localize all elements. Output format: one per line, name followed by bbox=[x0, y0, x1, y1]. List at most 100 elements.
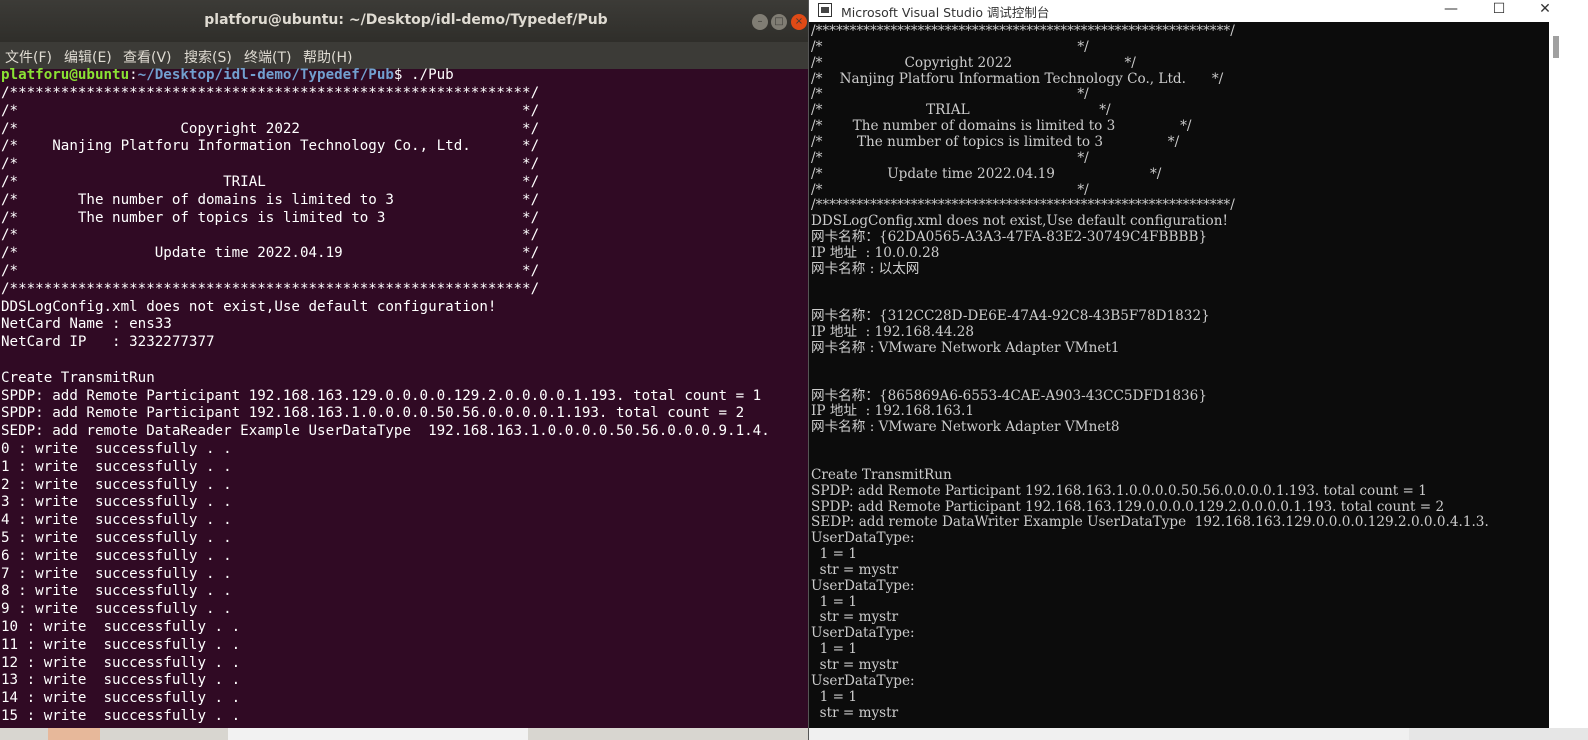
ubuntu-terminal-output[interactable]: platforu@ubuntu:~/Desktop/idl-demo/Typed… bbox=[0, 66, 812, 740]
console-output-line: SPDP: add Remote Participant 192.168.163… bbox=[811, 482, 1427, 499]
desktop: platforu@ubuntu: ~/Desktop/idl-demo/Type… bbox=[0, 0, 1588, 740]
console-output-line: 网卡名称 : VMware Network Adapter VMnet8 bbox=[811, 419, 1120, 436]
console-output-line: UserDataType: bbox=[811, 577, 915, 594]
terminal-output-line: /* The number of topics is limited to 3 … bbox=[1, 209, 540, 226]
console-output-line: Create TransmitRun bbox=[811, 466, 952, 483]
terminal-output-line: 3 : write successfully . . bbox=[1, 494, 232, 511]
minimize-button[interactable]: – bbox=[752, 14, 768, 30]
terminal-output-line: 9 : write successfully . . bbox=[1, 601, 232, 618]
terminal-output-line: 8 : write successfully . . bbox=[1, 583, 232, 600]
windows-titlebar[interactable]: Microsoft Visual Studio 调试控制台 — ☐ ✕ bbox=[809, 0, 1588, 22]
terminal-output-line: 6 : write successfully . . bbox=[1, 547, 232, 564]
console-output-line: /* */ bbox=[811, 38, 1089, 55]
console-output-line: IP 地址 : 192.168.163.1 bbox=[811, 403, 975, 420]
terminal-output-line: 10 : write successfully . . bbox=[1, 619, 241, 635]
menu-search[interactable]: 搜索(S) bbox=[184, 47, 232, 67]
terminal-output-line: SEDP: add remote DataReader Example User… bbox=[1, 423, 770, 440]
terminal-output-line: /* */ bbox=[1, 263, 540, 279]
windows-console-output[interactable]: /***************************************… bbox=[811, 23, 1547, 728]
menu-terminal[interactable]: 终端(T) bbox=[244, 47, 291, 67]
ubuntu-window-title: platforu@ubuntu: ~/Desktop/idl-demo/Type… bbox=[204, 12, 608, 28]
console-output-line: /* Update time 2022.04.19 */ bbox=[811, 165, 1162, 182]
console-output-line: 1 = 1 bbox=[811, 641, 857, 658]
minimize-button[interactable]: — bbox=[1433, 0, 1469, 22]
terminal-output-line: 13 : write successfully . . bbox=[1, 672, 241, 689]
menu-edit[interactable]: 编辑(E) bbox=[64, 47, 112, 67]
prompt-path: ~/Desktop/idl-demo/Typedef/Pub bbox=[137, 67, 394, 83]
terminal-output-line: /* Nanjing Platforu Information Technolo… bbox=[1, 138, 540, 155]
maximize-button[interactable]: □ bbox=[771, 14, 787, 30]
terminal-output-line: /***************************************… bbox=[1, 280, 540, 297]
taskbar-strip bbox=[809, 728, 1588, 740]
console-output-line: /* */ bbox=[811, 86, 1089, 103]
terminal-output-line: /* */ bbox=[1, 227, 540, 244]
console-output-line: 网卡名称 : 以太网 bbox=[811, 260, 920, 277]
console-output-line: UserDataType: bbox=[811, 625, 915, 642]
window-edge bbox=[1569, 22, 1588, 728]
terminal-output-line: 4 : write successfully . . bbox=[1, 512, 232, 529]
console-output-line: SPDP: add Remote Participant 192.168.163… bbox=[811, 498, 1445, 515]
terminal-output-line: 2 : write successfully . . bbox=[1, 476, 232, 493]
terminal-output-line: Create TransmitRun bbox=[1, 369, 155, 386]
console-output-line: /***************************************… bbox=[811, 197, 1235, 214]
terminal-output-line: 15 : write successfully . . bbox=[1, 708, 241, 724]
close-button[interactable]: ✕ bbox=[1527, 0, 1563, 22]
terminal-output-line: 14 : write successfully . . bbox=[1, 690, 241, 707]
console-output-line: /* */ bbox=[811, 149, 1089, 166]
maximize-button[interactable]: ☐ bbox=[1481, 0, 1517, 22]
console-output-line: /* Nanjing Platforu Information Technolo… bbox=[811, 70, 1224, 87]
ubuntu-terminal-window[interactable]: platforu@ubuntu: ~/Desktop/idl-demo/Type… bbox=[0, 0, 812, 740]
terminal-output-line: NetCard Name : ens33 bbox=[1, 316, 172, 333]
console-output-line: 网卡名称：{62DA0565-A3A3-47FA-83E2-30749C4FBB… bbox=[811, 229, 1208, 246]
terminal-output-line: 1 : write successfully . . bbox=[1, 458, 232, 475]
terminal-output-line: /* The number of domains is limited to 3… bbox=[1, 191, 540, 208]
prompt-separator: : bbox=[129, 67, 138, 83]
console-output-line: 网卡名称 : VMware Network Adapter VMnet1 bbox=[811, 340, 1120, 356]
vertical-scrollbar[interactable] bbox=[1549, 22, 1569, 728]
console-output-line: /* The number of topics is limited to 3 … bbox=[811, 133, 1180, 150]
console-output-line: str = mystr bbox=[811, 609, 899, 626]
terminal-output-line: 7 : write successfully . . bbox=[1, 565, 232, 582]
console-output-line: UserDataType: bbox=[811, 672, 915, 689]
console-output-line: /* */ bbox=[811, 181, 1089, 198]
console-output-line: 1 = 1 bbox=[811, 688, 857, 705]
scrollbar-thumb[interactable] bbox=[1553, 36, 1559, 58]
ubuntu-titlebar[interactable]: platforu@ubuntu: ~/Desktop/idl-demo/Type… bbox=[0, 0, 812, 42]
terminal-prompt-line: platforu@ubuntu:~/Desktop/idl-demo/Typed… bbox=[1, 66, 454, 84]
console-app-icon bbox=[818, 3, 832, 17]
menu-view[interactable]: 查看(V) bbox=[123, 47, 172, 67]
windows-console-window[interactable]: Microsoft Visual Studio 调试控制台 — ☐ ✕ /***… bbox=[808, 0, 1588, 740]
console-output-line: /* The number of domains is limited to 3… bbox=[811, 118, 1192, 135]
terminal-output-line: /* */ bbox=[1, 102, 540, 119]
prompt-command: $ ./Pub bbox=[393, 67, 454, 83]
taskbar-strip bbox=[0, 728, 812, 740]
close-button[interactable]: × bbox=[791, 14, 807, 30]
console-output-line: str = mystr bbox=[811, 561, 899, 578]
menu-file[interactable]: 文件(F) bbox=[5, 47, 52, 67]
console-output-line: str = mystr bbox=[811, 704, 899, 721]
terminal-output-line: SPDP: add Remote Participant 192.168.163… bbox=[1, 405, 745, 422]
terminal-output-line: /* Copyright 2022 */ bbox=[1, 120, 540, 137]
prompt-user: platforu@ubuntu bbox=[1, 67, 130, 83]
console-output-line: 网卡名称：{865869A6-6553-4CAE-A903-43CC5DFD18… bbox=[811, 387, 1207, 404]
ubuntu-menubar: 文件(F) 编辑(E) 查看(V) 搜索(S) 终端(T) 帮助(H) bbox=[0, 42, 812, 69]
console-output-line: 1 = 1 bbox=[811, 593, 857, 610]
terminal-output-line: /* */ bbox=[1, 156, 540, 173]
terminal-output-line: /* TRIAL */ bbox=[1, 174, 540, 190]
console-output-line: str = mystr bbox=[811, 657, 899, 673]
console-output-line: /* TRIAL */ bbox=[811, 102, 1111, 119]
console-output-line: IP 地址 : 192.168.44.28 bbox=[811, 324, 975, 341]
terminal-output-line: 12 : write successfully . . bbox=[1, 654, 241, 671]
console-output-line: 网卡名称：{312CC28D-DE6E-47A4-92C8-43B5F78D18… bbox=[811, 308, 1210, 325]
console-output-line: SEDP: add remote DataWriter Example User… bbox=[811, 514, 1489, 531]
console-output-line: IP 地址 : 10.0.0.28 bbox=[811, 244, 940, 261]
terminal-output-line: /* Update time 2022.04.19 */ bbox=[1, 245, 540, 262]
windows-window-title: Microsoft Visual Studio 调试控制台 bbox=[841, 5, 1050, 20]
menu-help[interactable]: 帮助(H) bbox=[303, 47, 352, 67]
terminal-output-line: 11 : write successfully . . bbox=[1, 636, 241, 653]
terminal-output-line: DDSLogConfig.xml does not exist,Use defa… bbox=[1, 298, 497, 315]
console-output-line: /* Copyright 2022 */ bbox=[811, 54, 1136, 71]
terminal-output-line: /***************************************… bbox=[1, 85, 540, 101]
console-output-line: DDSLogConfig.xml does not exist,Use defa… bbox=[811, 213, 1228, 230]
console-output-line: /***************************************… bbox=[811, 23, 1235, 39]
